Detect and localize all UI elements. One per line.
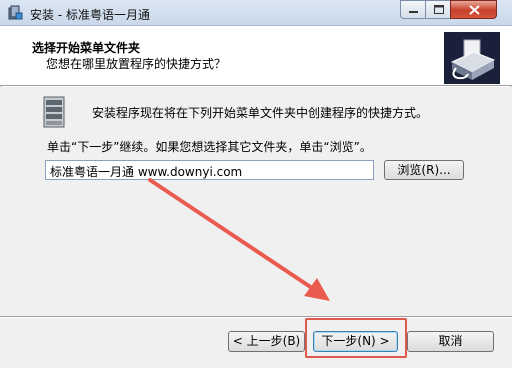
close-icon: [469, 5, 480, 15]
title-bar: 安装 - 标准粤语一月通: [0, 0, 512, 26]
footer-separator: [0, 316, 512, 318]
window-title: 安装 - 标准粤语一月通: [30, 8, 150, 22]
minimize-button[interactable]: [400, 0, 426, 19]
cancel-button[interactable]: 取消: [407, 331, 494, 352]
maximize-icon: [434, 5, 444, 14]
browse-button[interactable]: 浏览(R)...: [384, 160, 464, 180]
installer-box-icon: [444, 32, 500, 84]
start-menu-folder-input[interactable]: 标准粤语一月通 www.downyi.com: [45, 160, 374, 180]
description-text: 安装程序现在将在下列开始菜单文件夹中创建程序的快捷方式。: [92, 106, 429, 120]
back-button[interactable]: < 上一步(B): [228, 331, 305, 352]
minimize-icon: [409, 11, 418, 13]
wizard-header: 选择开始菜单文件夹 您想在哪里放置程序的快捷方式？: [0, 26, 512, 86]
page-subtitle: 您想在哪里放置程序的快捷方式？: [46, 57, 227, 71]
next-button[interactable]: 下一步(N) >: [313, 331, 398, 352]
maximize-button[interactable]: [425, 0, 451, 19]
instruction-text: 单击“下一步”继续。如果您想选择其它文件夹，单击“浏览”。: [47, 140, 372, 154]
installer-app-icon: [8, 5, 23, 20]
close-button[interactable]: [450, 0, 497, 19]
page-title: 选择开始菜单文件夹: [32, 41, 141, 55]
program-group-icon: [43, 96, 65, 128]
wizard-body: 安装程序现在将在下列开始菜单文件夹中创建程序的快捷方式。 单击“下一步”继续。如…: [0, 87, 512, 316]
